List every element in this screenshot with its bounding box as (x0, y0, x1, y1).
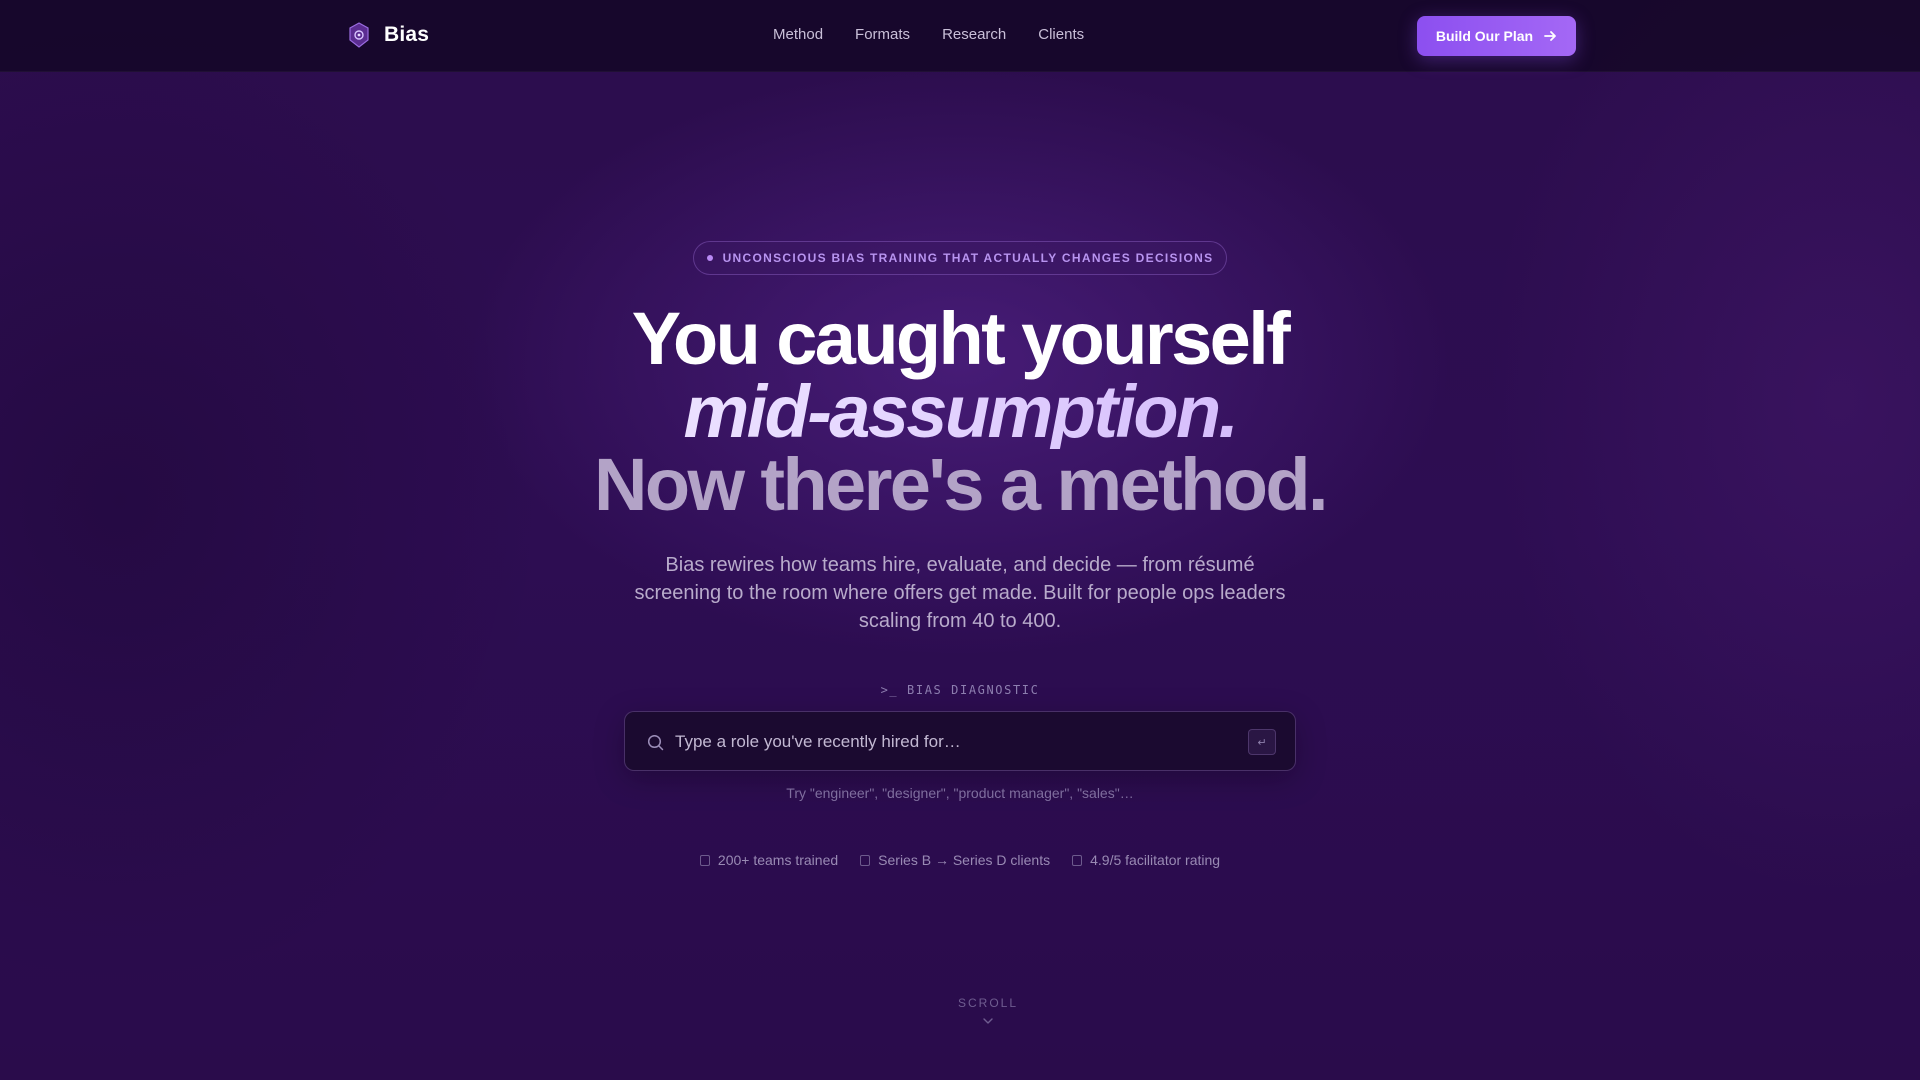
scroll-label: SCROLL (957, 996, 1019, 1010)
scroll-indicator[interactable]: SCROLL (938, 996, 1038, 1028)
trust-stats: 200+ teams trained Series B → Series D c… (0, 852, 1920, 868)
stat-rating: 4.9/5 facilitator rating (1072, 852, 1220, 868)
build-plan-button[interactable]: Build Our Plan (1417, 16, 1576, 56)
diagnostic-search-box[interactable]: ↵ (624, 711, 1296, 771)
stat-label: 4.9/5 facilitator rating (1090, 852, 1221, 868)
arrow-right-icon (1544, 31, 1557, 41)
nav-link-clients[interactable]: Clients (1038, 26, 1084, 43)
brand-name: Bias (384, 23, 430, 46)
stat-clients: Series B → Series D clients (860, 852, 1050, 868)
brand-logo-icon (349, 22, 369, 48)
headline-line-1: You caught yourself (631, 297, 1291, 380)
stat-label: 200+ teams trained (717, 852, 839, 868)
badge-dot-icon (706, 255, 713, 261)
hero-headline: You caught yourself mid-assumption. Now … (0, 302, 1920, 522)
chevron-down-icon (983, 1018, 993, 1024)
top-navbar: Bias Method Formats Research Clients Bui… (0, 0, 1920, 72)
stat-label: Series B → Series D clients (878, 852, 1051, 868)
enter-key-icon[interactable]: ↵ (1248, 729, 1276, 755)
badge-text: UNCONSCIOUS BIAS TRAINING THAT ACTUALLY … (722, 251, 1214, 265)
stat-icon (860, 854, 871, 866)
diagnostic-label: >_ BIAS DIAGNOSTIC (880, 683, 1040, 697)
search-icon (647, 734, 664, 751)
stat-teams-trained: 200+ teams trained (699, 852, 839, 868)
nav-link-research[interactable]: Research (942, 26, 1006, 43)
search-hint: Try "engineer", "designer", "product man… (786, 785, 1134, 801)
role-search-input[interactable] (675, 726, 1215, 758)
headline-line-2: mid-assumption. (0, 375, 1920, 449)
hero-subtitle: Bias rewires how teams hire, evaluate, a… (634, 554, 1286, 632)
headline-line-3: Now there's a method. (594, 443, 1329, 526)
stat-icon (1072, 854, 1083, 866)
stat-icon (699, 854, 710, 866)
nav-links: Method Formats Research Clients (773, 26, 1084, 43)
nav-link-method[interactable]: Method (773, 26, 823, 43)
build-plan-label: Build Our Plan (1435, 28, 1534, 44)
nav-link-formats[interactable]: Formats (855, 26, 910, 43)
hero-badge: UNCONSCIOUS BIAS TRAINING THAT ACTUALLY … (693, 241, 1227, 275)
brand-logo[interactable]: Bias (348, 22, 429, 48)
